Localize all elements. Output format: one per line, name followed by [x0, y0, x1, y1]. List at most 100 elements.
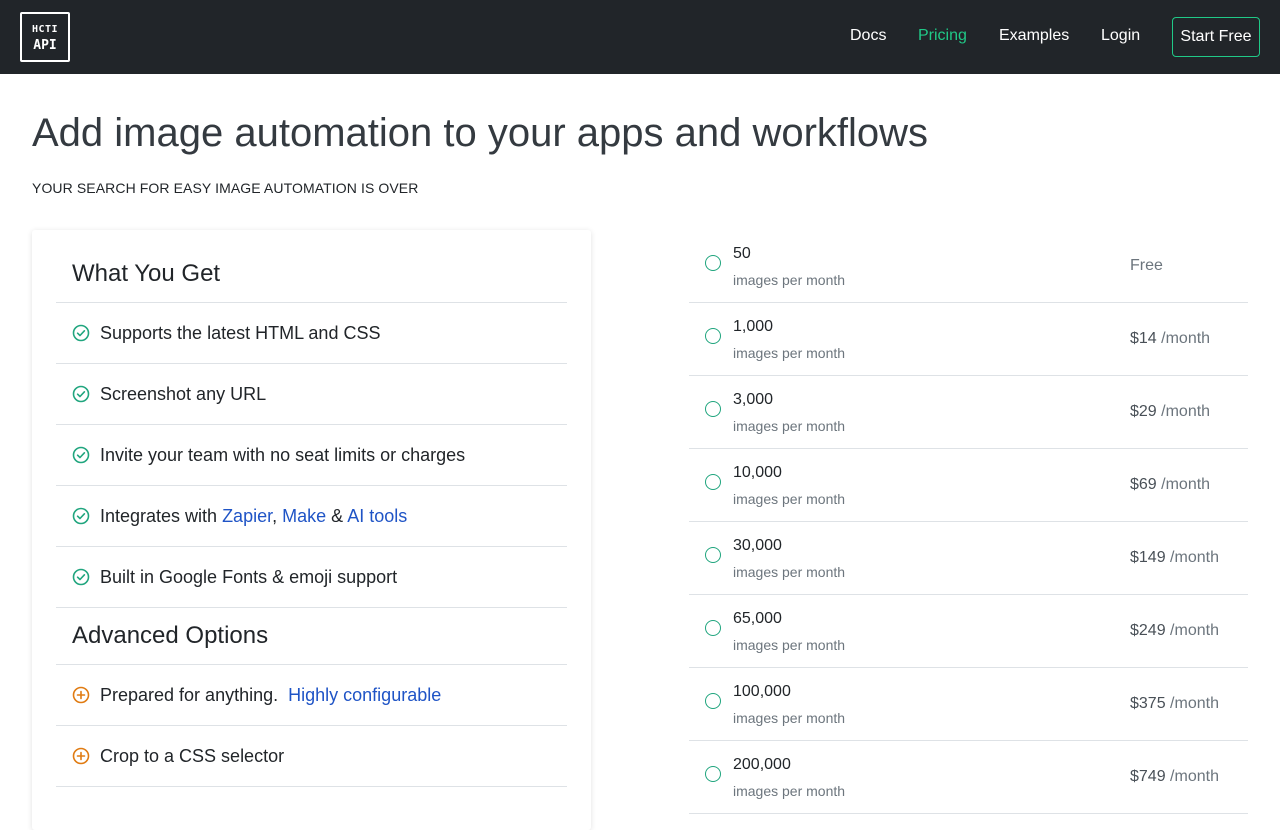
plan-option[interactable]: 65,000 images per month $249 /month: [689, 595, 1248, 668]
feature-text: Supports the latest HTML and CSS: [100, 323, 381, 343]
divider: [56, 664, 567, 665]
plan-price-value: $69: [1130, 476, 1157, 493]
make-link[interactable]: Make: [282, 506, 326, 526]
check-circle-icon: [72, 324, 90, 342]
divider: [56, 485, 567, 486]
check-circle-icon: [72, 385, 90, 403]
plan-quantity: 10,000: [733, 464, 782, 481]
plan-option[interactable]: 3,000 images per month $29 /month: [689, 376, 1248, 449]
plan-unit-label: images per month: [733, 783, 846, 799]
plan-price-period: /month: [1170, 695, 1219, 712]
plan-unit-label: images per month: [733, 418, 846, 434]
ampersand-text: &: [331, 506, 344, 526]
prepared-text: Prepared for anything.: [100, 685, 279, 705]
feature-text: Screenshot any URL: [100, 384, 267, 404]
plan-option[interactable]: 100,000 images per month $375 /month: [689, 668, 1248, 741]
logo-line-2: API: [33, 38, 57, 53]
feature-text: Integrates with Zapier, Make & AI tools: [100, 504, 407, 528]
plan-price-value: $29: [1130, 403, 1157, 420]
plan-radio[interactable]: [705, 693, 721, 709]
plan-price-value: Free: [1130, 257, 1163, 274]
plan-price: $29 /month: [1130, 402, 1210, 422]
plan-option[interactable]: 30,000 images per month $149 /month: [689, 522, 1248, 595]
plan-option[interactable]: 1,000 images per month $14 /month: [689, 303, 1248, 376]
nav-pricing-link[interactable]: Pricing: [918, 27, 967, 45]
nav-docs-link[interactable]: Docs: [850, 27, 886, 45]
plan-price: $69 /month: [1130, 475, 1210, 495]
advanced-options-heading: Advanced Options: [72, 622, 269, 649]
highly-configurable-link[interactable]: Highly configurable: [288, 685, 441, 705]
plan-price-period: /month: [1170, 768, 1219, 785]
hcti-api-logo[interactable]: HCTI API: [20, 12, 70, 62]
plan-price: $749 /month: [1130, 767, 1219, 787]
divider: [56, 302, 567, 303]
plan-quantity: 100,000: [733, 683, 791, 700]
plan-quantity: 3,000: [733, 391, 774, 408]
plus-circle-icon: [72, 747, 90, 765]
ai-tools-link[interactable]: AI tools: [347, 506, 407, 526]
plan-price-value: $375: [1130, 695, 1166, 712]
page-title: Add image automation to your apps and wo…: [32, 111, 929, 155]
feature-text: Built in Google Fonts & emoji support: [100, 567, 398, 587]
divider: [56, 424, 567, 425]
divider: [56, 363, 567, 364]
feature-text: Crop to a CSS selector: [100, 746, 285, 766]
plan-radio[interactable]: [705, 547, 721, 563]
plus-circle-icon: [72, 686, 90, 704]
plan-price: $249 /month: [1130, 621, 1219, 641]
divider: [56, 546, 567, 547]
plan-radio[interactable]: [705, 255, 721, 271]
plan-option[interactable]: 200,000 images per month $749 /month: [689, 741, 1248, 814]
divider: [56, 786, 567, 787]
plan-price-period: /month: [1161, 476, 1211, 493]
plan-price: $14 /month: [1130, 329, 1210, 349]
divider: [56, 725, 567, 726]
plan-unit-label: images per month: [733, 491, 846, 507]
divider: [56, 607, 567, 608]
plan-price-value: $249: [1130, 622, 1166, 639]
check-circle-icon: [72, 568, 90, 586]
integrates-prefix: Integrates with: [100, 506, 223, 526]
check-circle-icon: [72, 507, 90, 525]
plan-price: Free: [1130, 256, 1163, 276]
plan-quantity: 50: [733, 245, 751, 262]
plan-price-period: /month: [1161, 330, 1211, 347]
nav-examples-link[interactable]: Examples: [999, 27, 1069, 45]
plan-radio[interactable]: [705, 328, 721, 344]
feature-text: Invite your team with no seat limits or …: [100, 445, 466, 465]
plan-price-value: $749: [1130, 768, 1166, 785]
plan-price: $375 /month: [1130, 694, 1219, 714]
plan-quantity: 65,000: [733, 610, 782, 627]
plan-price-period: /month: [1161, 403, 1211, 420]
plan-radio[interactable]: [705, 766, 721, 782]
plan-quantity: 200,000: [733, 756, 791, 773]
what-you-get-heading: What You Get: [72, 260, 221, 287]
plan-quantity: 1,000: [733, 318, 774, 335]
page-subtitle: YOUR SEARCH FOR EASY IMAGE AUTOMATION IS…: [32, 180, 419, 196]
check-circle-icon: [72, 446, 90, 464]
logo-line-1: HCTI: [31, 24, 59, 35]
plan-price-value: $149: [1130, 549, 1166, 566]
zapier-link[interactable]: Zapier: [222, 506, 272, 526]
plan-unit-label: images per month: [733, 637, 846, 653]
plan-price-value: $14: [1130, 330, 1157, 347]
start-free-button[interactable]: Start Free: [1172, 17, 1260, 57]
plan-unit-label: images per month: [733, 272, 846, 288]
plan-price: $149 /month: [1130, 548, 1219, 568]
feature-text: Prepared for anything. Highly configurab…: [100, 683, 441, 707]
comma-text: ,: [272, 506, 278, 526]
nav-login-link[interactable]: Login: [1101, 27, 1140, 45]
plan-unit-label: images per month: [733, 710, 846, 726]
plan-quantity: 30,000: [733, 537, 782, 554]
plan-price-period: /month: [1170, 622, 1219, 639]
plan-price-period: /month: [1170, 549, 1219, 566]
plan-option[interactable]: 10,000 images per month $69 /month: [689, 449, 1248, 522]
plan-option[interactable]: 50 images per month Free: [689, 230, 1248, 303]
plan-radio[interactable]: [705, 474, 721, 490]
features-card: What You Get Supports the latest HTML an…: [32, 230, 591, 830]
plan-unit-label: images per month: [733, 564, 846, 580]
plan-unit-label: images per month: [733, 345, 846, 361]
navbar: HCTI API Docs Pricing Examples Login Sta…: [0, 0, 1280, 74]
plan-radio[interactable]: [705, 620, 721, 636]
plan-radio[interactable]: [705, 401, 721, 417]
